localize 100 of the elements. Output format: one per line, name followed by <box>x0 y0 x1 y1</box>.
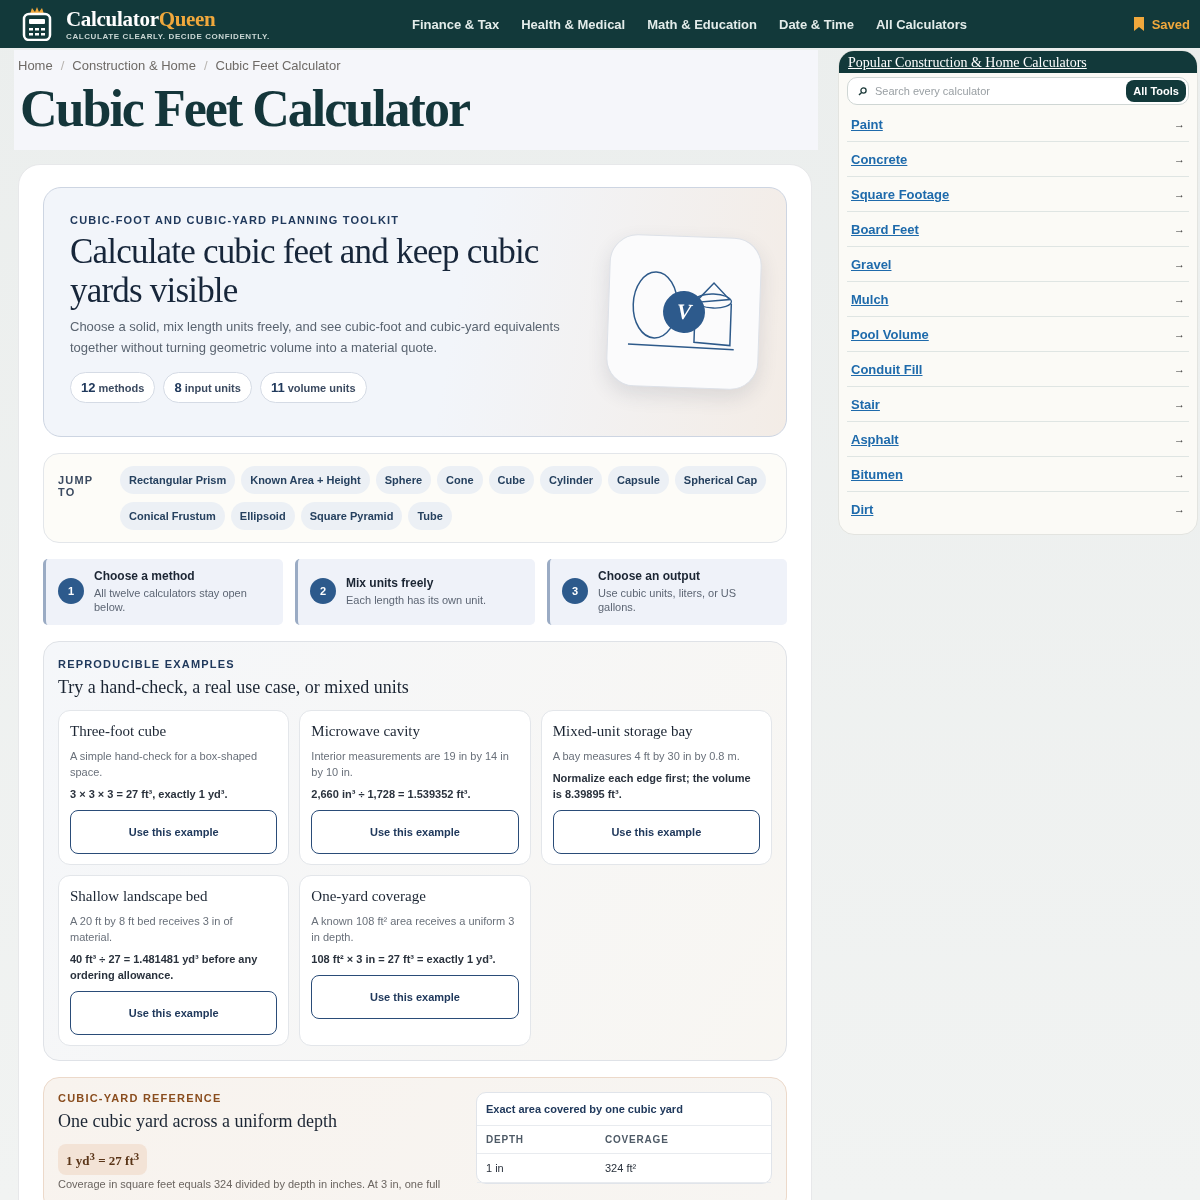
step-number: 3 <box>562 578 588 604</box>
brand-logo-link[interactable]: CalculatorQueen <box>66 7 270 30</box>
arrow-icon: → <box>1174 433 1185 445</box>
search-icon <box>858 86 867 96</box>
jump-link-chip[interactable]: Capsule <box>608 466 669 494</box>
example-result: 108 ft² × 3 in = 27 ft³ = exactly 1 yd³. <box>311 952 497 967</box>
calculator-link[interactable]: Paint <box>851 116 883 132</box>
hero-eyebrow: CUBIC-FOOT AND CUBIC-YARD PLANNING TOOLKIT <box>70 214 401 226</box>
jump-link-chip[interactable]: Known Area + Height <box>241 466 370 494</box>
arrow-icon: → <box>1174 503 1185 515</box>
sidebar-title-link[interactable]: Popular Construction & Home Calculators <box>848 55 1087 70</box>
bookmark-icon <box>1133 17 1144 31</box>
breadcrumb-link[interactable]: Home <box>18 58 53 73</box>
calculator-link[interactable]: Concrete <box>851 151 908 167</box>
current-page-label: Cubic Feet Calculator <box>215 58 341 73</box>
example-description: A simple hand-check for a box-shaped space. <box>70 749 259 780</box>
table-cell-text: 1 in <box>486 1162 505 1174</box>
reference-text: Coverage in square feet equals 324 divided by depth in inches. At 3 in, one full <box>58 1178 442 1191</box>
step-text: All twelve calculators stay open below. <box>94 585 248 614</box>
arrow-icon: → <box>1174 118 1185 130</box>
arrow-icon: → <box>1174 188 1185 200</box>
jump-to-label: JUMP TO <box>58 473 95 500</box>
arrow-icon: → <box>1174 398 1185 410</box>
example-result: Normalize each edge first; the volume is 8.39895 ft³. <box>552 771 752 802</box>
arrow-icon: → <box>1174 258 1185 270</box>
arrow-icon: → <box>1174 223 1185 235</box>
breadcrumb-separator: / <box>203 58 208 73</box>
arrow-icon: → <box>1174 293 1185 305</box>
calculator-link[interactable]: Pool Volume <box>851 326 929 342</box>
calculator-link[interactable]: Mulch <box>851 291 889 307</box>
jump-link-chip[interactable]: Cone <box>437 466 483 494</box>
jump-link-chip[interactable]: Cylinder <box>540 466 603 494</box>
calculator-link[interactable]: Board Feet <box>851 221 919 237</box>
example-description: A bay measures 4 ft by 30 in by 0.8 m. <box>552 749 741 764</box>
nav-link[interactable]: Math & Education <box>647 16 757 32</box>
column-header: DEPTH <box>486 1134 525 1145</box>
nav-link[interactable]: Finance & Tax <box>412 16 500 32</box>
reference-heading: One cubic yard across a uniform depth <box>58 1111 338 1132</box>
step-title: Choose an output <box>598 568 701 583</box>
stat-pill: 8 input units <box>163 372 252 403</box>
jump-link-chip[interactable]: Rectangular Prism <box>120 466 236 494</box>
arrow-icon: → <box>1174 363 1185 375</box>
volume-letter-badge: V <box>662 290 706 334</box>
step-title: Mix units freely <box>346 575 435 590</box>
use-example-button[interactable]: Use this example <box>552 810 760 854</box>
jump-link-chip[interactable]: Sphere <box>375 466 432 494</box>
hero-description: Choose a solid, mix length units freely, and see cubic-foot and cubic-yard equivalents together without turning geometric volume into a material quote. <box>70 318 561 357</box>
calculator-link[interactable]: Gravel <box>851 256 892 272</box>
reference-eyebrow: CUBIC-YARD REFERENCE <box>58 1092 223 1104</box>
stat-pill: 12 methods <box>70 372 156 403</box>
hero-heading: Calculate cubic feet and keep cubic yards visible <box>70 232 540 310</box>
use-example-button[interactable]: Use this example <box>70 810 278 854</box>
table-caption: Exact area covered by one cubic yard <box>477 1093 771 1126</box>
stat-pill: 11 volume units <box>259 372 367 403</box>
examples-heading: Try a hand-check, a real use case, or mixed units <box>58 677 410 698</box>
use-example-button[interactable]: Use this example <box>70 991 278 1035</box>
use-example-button[interactable]: Use this example <box>311 975 519 1019</box>
nav-link[interactable]: All Calculators <box>875 16 967 32</box>
example-result: 2,660 in³ ÷ 1,728 = 1.539352 ft³. <box>311 787 472 802</box>
table-cell-text: 324 ft² <box>605 1162 638 1174</box>
step-number: 1 <box>58 578 84 604</box>
step-title: Choose a method <box>94 568 196 583</box>
example-title: Microwave cavity <box>311 723 422 740</box>
jump-link-chip[interactable]: Tube <box>408 502 452 530</box>
example-result: 40 ft³ ÷ 27 = 1.481481 yd³ before any ordering allowance. <box>70 952 259 983</box>
example-title: Shallow landscape bed <box>70 888 209 905</box>
jump-link-chip[interactable]: Conical Frustum <box>120 502 225 530</box>
all-tools-button[interactable]: All Tools <box>1126 80 1186 102</box>
example-title: Three-foot cube <box>70 723 168 740</box>
nav-link[interactable]: Health & Medical <box>521 16 626 32</box>
calculator-link[interactable]: Asphalt <box>851 431 899 447</box>
calculator-crown-icon <box>22 7 52 41</box>
brand-tagline: CALCULATE CLEARLY. DECIDE CONFIDENTLY. <box>66 31 270 41</box>
example-title: Mixed-unit storage bay <box>552 723 694 740</box>
jump-link-chip[interactable]: Spherical Cap <box>674 466 767 494</box>
column-header: COVERAGE <box>605 1134 670 1145</box>
jump-link-chip[interactable]: Ellipsoid <box>230 502 295 530</box>
step-number: 2 <box>310 578 336 604</box>
jump-link-chip[interactable]: Square Pyramid <box>300 502 403 530</box>
example-description: A 20 ft by 8 ft bed receives 3 in of material. <box>70 914 234 945</box>
example-result: 3 × 3 × 3 = 27 ft³, exactly 1 yd³. <box>70 787 229 802</box>
example-title: One-yard coverage <box>311 888 427 905</box>
nav-link[interactable]: Date & Time <box>779 16 854 32</box>
calculator-link[interactable]: Dirt <box>851 501 874 517</box>
calculator-link[interactable]: Conduit Fill <box>851 361 923 377</box>
examples-eyebrow: REPRODUCIBLE EXAMPLES <box>58 658 236 670</box>
example-description: A known 108 ft² area receives a uniform 3 in depth. <box>311 914 516 945</box>
search-field[interactable]: Search every calculator All Tools <box>847 77 1189 105</box>
calculator-link[interactable]: Square Footage <box>851 186 950 202</box>
jump-link-chip[interactable]: Cube <box>488 466 535 494</box>
calculator-link[interactable]: Stair <box>851 396 880 412</box>
page-title: Cubic Feet Calculator <box>20 83 471 135</box>
use-example-button[interactable]: Use this example <box>311 810 519 854</box>
breadcrumb-separator: / <box>60 58 65 73</box>
formula-chip: 1 yd$^{3}$ = 27 ft$^{3}$ <box>58 1144 148 1176</box>
breadcrumb-link[interactable]: Construction & Home <box>72 58 196 73</box>
saved-link[interactable]: Saved <box>1133 16 1190 32</box>
calculator-link[interactable]: Bitumen <box>851 466 903 482</box>
step-text: Each length has its own unit. <box>346 592 487 607</box>
arrow-icon: → <box>1174 468 1185 480</box>
